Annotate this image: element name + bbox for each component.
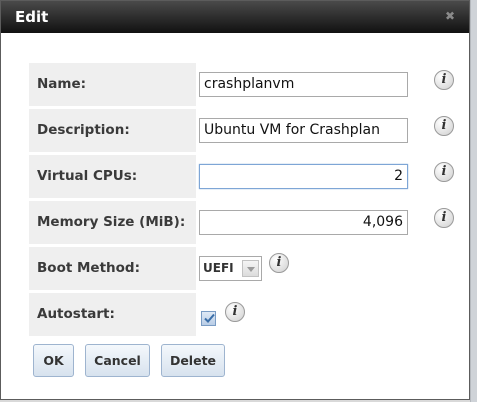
boot-method-select[interactable]: UEFI <box>199 256 262 281</box>
ok-button[interactable]: OK <box>33 344 74 377</box>
boot-method-selected: UEFI <box>203 261 234 275</box>
name-label: Name: <box>29 63 196 106</box>
info-icon[interactable]: i <box>434 70 454 90</box>
cancel-button[interactable]: Cancel <box>85 344 150 377</box>
description-label: Description: <box>29 109 196 152</box>
vcpus-label: Virtual CPUs: <box>29 155 196 198</box>
memory-row: Memory Size (MiB): 4,096 i <box>29 201 459 244</box>
boot-method-label: Boot Method: <box>29 247 196 290</box>
info-icon[interactable]: i <box>434 162 454 182</box>
description-row: Description: Ubuntu VM for Crashplan i <box>29 109 459 152</box>
dialog-title: Edit <box>15 8 49 26</box>
name-input[interactable]: crashplanvm <box>199 72 408 97</box>
background-window-edge <box>470 0 477 402</box>
dialog-titlebar[interactable]: Edit ✖ <box>1 1 469 33</box>
close-icon[interactable]: ✖ <box>443 9 457 23</box>
edit-dialog: Edit ✖ Name: crashplanvm i Description: … <box>0 0 470 400</box>
info-icon[interactable]: i <box>434 208 454 228</box>
delete-button[interactable]: Delete <box>161 344 225 377</box>
description-input[interactable]: Ubuntu VM for Crashplan <box>199 118 408 143</box>
vcpus-row: Virtual CPUs: 2 i <box>29 155 459 198</box>
memory-label: Memory Size (MiB): <box>29 201 196 244</box>
info-icon[interactable]: i <box>225 302 245 322</box>
chevron-down-icon[interactable] <box>242 260 259 277</box>
vcpus-input[interactable]: 2 <box>199 164 408 189</box>
autostart-label: Autostart: <box>29 293 196 336</box>
info-icon[interactable]: i <box>434 116 454 136</box>
memory-input[interactable]: 4,096 <box>199 210 408 235</box>
autostart-checkbox[interactable] <box>201 311 216 326</box>
name-row: Name: crashplanvm i <box>29 63 459 106</box>
autostart-row: Autostart: i <box>29 293 459 336</box>
boot-method-row: Boot Method: UEFI i <box>29 247 459 290</box>
checkmark-icon <box>204 313 215 323</box>
info-icon[interactable]: i <box>269 253 289 273</box>
